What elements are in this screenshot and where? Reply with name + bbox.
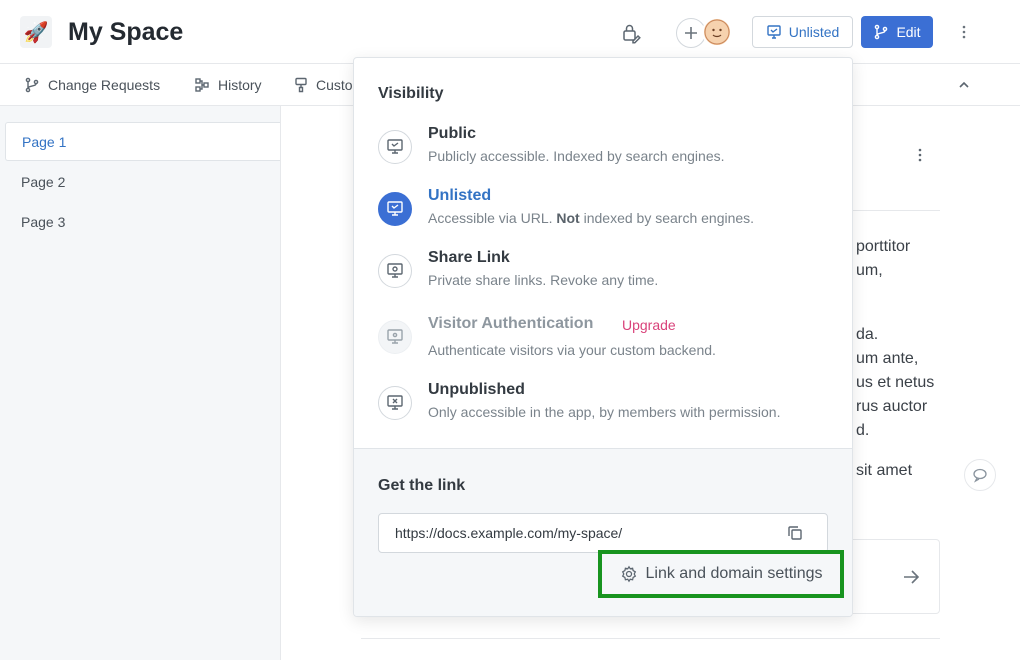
content-text: d. xyxy=(856,422,870,439)
history-icon xyxy=(195,78,209,92)
option-title: Public xyxy=(428,125,477,142)
visibility-icon xyxy=(767,25,781,39)
option-title: Share Link xyxy=(428,249,510,266)
visibility-button[interactable]: Unlisted xyxy=(752,16,853,48)
content-text: porttitor xyxy=(856,238,911,255)
visibility-selected-icon xyxy=(378,192,412,226)
edit-button-label: Edit xyxy=(896,24,921,40)
page-options-button[interactable] xyxy=(912,148,928,168)
visitor-auth-icon xyxy=(378,320,412,354)
content-text: um, xyxy=(856,262,883,279)
sidebar-item-page-1[interactable]: Page 1 xyxy=(5,122,280,161)
tab-history[interactable]: History xyxy=(194,65,262,105)
option-description: Private share links. Revoke any time. xyxy=(428,272,659,288)
chevron-up-icon xyxy=(959,81,969,88)
content-divider xyxy=(361,638,940,639)
content-text: um ante, xyxy=(856,350,919,367)
tab-label: Change Requests xyxy=(48,77,161,93)
settings-button-label: Link and domain settings xyxy=(645,565,823,582)
branch-icon xyxy=(875,24,888,40)
plus-icon xyxy=(685,27,697,39)
user-avatar[interactable] xyxy=(702,17,732,47)
visibility-popover: Visibility Public Publicly accessible. I… xyxy=(353,57,853,617)
sidebar-item-label: Page 2 xyxy=(21,173,66,190)
unpublished-icon xyxy=(378,386,412,420)
comment-icon xyxy=(973,468,987,483)
tab-label: Custo xyxy=(316,77,353,93)
link-domain-settings-button[interactable]: Link and domain settings xyxy=(598,550,844,598)
visibility-option-share-link[interactable]: Share Link Private share links. Revoke a… xyxy=(378,249,838,305)
globe-monitor-icon xyxy=(378,130,412,164)
collapse-tabs-button[interactable] xyxy=(954,75,974,95)
page-sidebar: Page 1 Page 2 Page 3 xyxy=(0,106,281,660)
share-url-text: https://docs.example.com/my-space/ xyxy=(395,525,623,541)
get-link-heading: Get the link xyxy=(378,477,466,494)
option-description: Accessible via URL. Not indexed by searc… xyxy=(428,210,755,226)
tab-change-requests[interactable]: Change Requests xyxy=(24,65,160,105)
face-icon xyxy=(704,19,730,45)
space-title: My Space xyxy=(68,18,184,46)
next-page-card[interactable] xyxy=(851,539,940,614)
option-title: Visitor Authentication xyxy=(428,315,594,332)
option-description: Authenticate visitors via your custom ba… xyxy=(428,342,716,358)
upgrade-badge[interactable]: Upgrade xyxy=(622,317,676,333)
option-title: Unlisted xyxy=(428,187,492,204)
lock-edit-icon xyxy=(623,24,641,44)
comment-button[interactable] xyxy=(964,459,996,491)
visibility-button-label: Unlisted xyxy=(788,24,840,40)
content-text: rus auctor xyxy=(856,398,928,415)
rocket-icon: 🚀 xyxy=(23,21,49,44)
gear-icon xyxy=(621,565,636,583)
sidebar-item-label: Page 1 xyxy=(22,133,67,150)
visibility-option-unpublished[interactable]: Unpublished Only accessible in the app, … xyxy=(378,381,838,437)
sidebar-item-page-2[interactable]: Page 2 xyxy=(5,162,280,201)
content-text: sit amet xyxy=(856,462,913,479)
space-logo[interactable]: 🚀 xyxy=(20,16,52,48)
branch-icon xyxy=(25,77,39,93)
more-vertical-icon xyxy=(918,148,922,162)
sidebar-item-page-3[interactable]: Page 3 xyxy=(5,202,280,241)
arrow-right-icon xyxy=(900,566,922,588)
brush-icon xyxy=(295,77,307,93)
option-title: Unpublished xyxy=(428,381,525,398)
content-text: us et netus xyxy=(856,374,935,391)
share-link-icon xyxy=(378,254,412,288)
top-header: 🚀 My Space Unlisted Edit xyxy=(0,0,1020,64)
tab-label: History xyxy=(218,77,262,93)
visibility-option-visitor-authentication[interactable]: Visitor Authentication Upgrade Authentic… xyxy=(378,315,838,371)
get-link-section: Get the link https://docs.example.com/my… xyxy=(354,448,852,616)
sidebar-item-label: Page 3 xyxy=(21,213,66,230)
copy-icon[interactable] xyxy=(786,524,804,542)
permissions-button[interactable] xyxy=(618,20,644,46)
visibility-option-unlisted[interactable]: Unlisted Accessible via URL. Not indexed… xyxy=(378,187,838,243)
tab-customize[interactable]: Custo xyxy=(294,65,354,105)
share-url-field[interactable]: https://docs.example.com/my-space/ xyxy=(378,513,828,553)
option-description: Only accessible in the app, by members w… xyxy=(428,404,781,420)
more-vertical-icon xyxy=(962,25,966,39)
popover-heading: Visibility xyxy=(378,85,444,102)
content-divider xyxy=(852,210,940,211)
edit-button[interactable]: Edit xyxy=(861,16,933,48)
more-menu-button[interactable] xyxy=(954,20,974,44)
content-text: da. xyxy=(856,326,879,343)
option-description: Publicly accessible. Indexed by search e… xyxy=(428,148,725,164)
visibility-option-public[interactable]: Public Publicly accessible. Indexed by s… xyxy=(378,125,838,181)
